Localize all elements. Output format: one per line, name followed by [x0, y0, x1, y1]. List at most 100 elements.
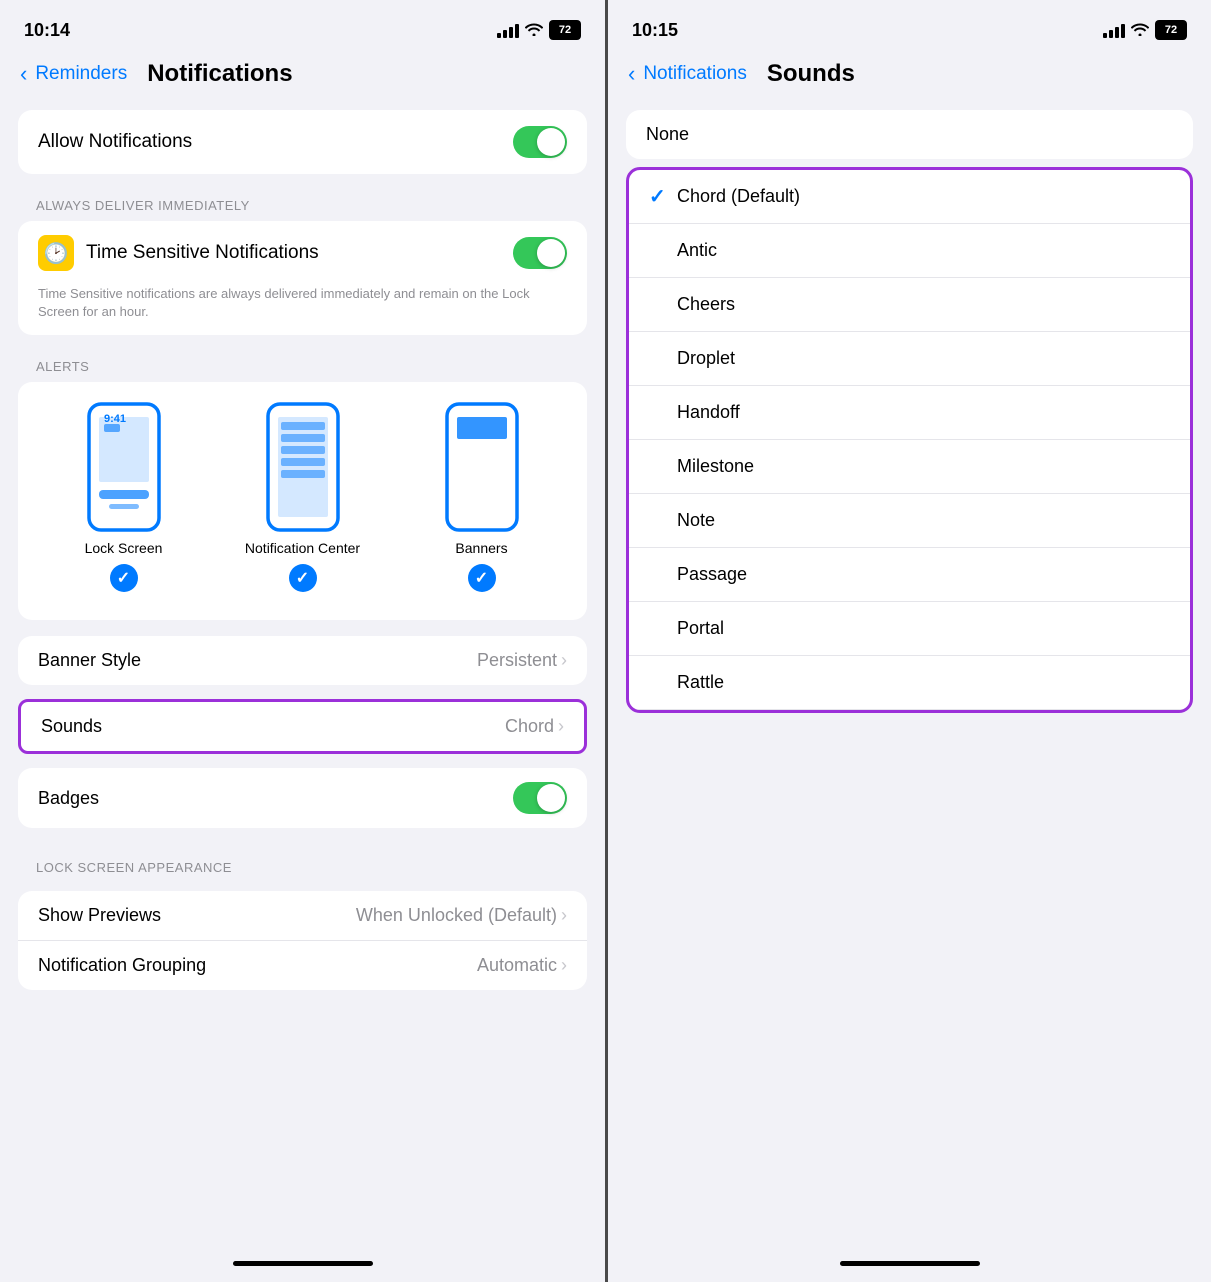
nav-bar-left: ‹ Reminders Notifications	[0, 52, 605, 102]
banner-style-row[interactable]: Banner Style Persistent ›	[18, 636, 587, 685]
lockscreen-check[interactable]: ✓	[110, 564, 138, 592]
sounds-list-row[interactable]: Note	[629, 494, 1190, 548]
home-indicator-left	[233, 1261, 373, 1266]
ts-description: Time Sensitive notifications are always …	[18, 285, 587, 335]
badges-row: Badges	[18, 768, 587, 828]
time-sensitive-toggle[interactable]	[513, 237, 567, 269]
show-previews-value: When Unlocked (Default)	[356, 905, 557, 926]
sounds-list-row[interactable]: Milestone	[629, 440, 1190, 494]
time-sensitive-row: 🕑 Time Sensitive Notifications	[18, 221, 587, 285]
sounds-list-row[interactable]: Rebound	[629, 710, 1190, 713]
back-label-right[interactable]: Notifications	[643, 63, 747, 85]
sounds-list-label: Passage	[677, 564, 1170, 585]
toggle-knob-ts	[537, 239, 565, 267]
sounds-list-row[interactable]: Handoff	[629, 386, 1190, 440]
banner-style-value: Persistent	[477, 650, 557, 671]
battery-right: 72	[1155, 20, 1187, 40]
sounds-highlighted-row[interactable]: Sounds Chord ›	[18, 699, 587, 754]
notificationcenter-phone-icon	[263, 402, 343, 532]
right-panel: 10:15 72 ‹ Notifications Sounds	[605, 0, 1211, 1282]
home-indicator-right	[840, 1261, 980, 1266]
sounds-list-label: Cheers	[677, 294, 1170, 315]
sounds-row[interactable]: Sounds Chord ›	[21, 702, 584, 751]
ts-icon: 🕑	[38, 235, 74, 271]
sounds-list-label: Droplet	[677, 348, 1170, 369]
back-label-left[interactable]: Reminders	[35, 63, 127, 85]
sounds-list-label: Antic	[677, 240, 1170, 261]
banners-label: Banners	[455, 540, 507, 556]
sounds-list-row[interactable]: Portal	[629, 602, 1190, 656]
bar1	[497, 33, 501, 38]
time-sensitive-card: 🕑 Time Sensitive Notifications Time Sens…	[18, 221, 587, 335]
notificationcenter-label: Notification Center	[245, 540, 360, 556]
status-icons-left: 72	[497, 20, 581, 40]
alerts-section-label: ALERTS	[0, 359, 605, 374]
notification-grouping-chevron: ›	[561, 955, 567, 976]
none-card: None	[626, 110, 1193, 159]
wifi-icon-right	[1131, 22, 1149, 39]
toggle-knob-badges	[537, 784, 565, 812]
banner-style-label: Banner Style	[38, 650, 141, 671]
badges-card: Badges	[18, 768, 587, 828]
status-bar-left: 10:14 72	[0, 0, 605, 52]
notification-grouping-value-group: Automatic ›	[477, 955, 567, 976]
rbar4	[1121, 24, 1125, 38]
back-chevron-right[interactable]: ‹	[628, 61, 635, 87]
sounds-label: Sounds	[41, 716, 102, 737]
sounds-list-row[interactable]: Droplet	[629, 332, 1190, 386]
allow-notifications-label: Allow Notifications	[38, 131, 192, 153]
back-chevron-left[interactable]: ‹	[20, 61, 27, 87]
sounds-list-container: ✓Chord (Default) Antic Cheers Droplet Handof…	[626, 167, 1193, 713]
show-previews-label: Show Previews	[38, 905, 161, 926]
lock-screen-card: Show Previews When Unlocked (Default) › …	[18, 891, 587, 990]
show-previews-chevron: ›	[561, 905, 567, 926]
sounds-list-row[interactable]: Antic	[629, 224, 1190, 278]
bar3	[509, 27, 513, 38]
wifi-icon-left	[525, 22, 543, 39]
show-previews-value-group: When Unlocked (Default) ›	[356, 905, 567, 926]
left-panel: 10:14 72 ‹ Reminders Notificati	[0, 0, 605, 1282]
lockscreen-label: Lock Screen	[85, 540, 163, 556]
alert-item-notificationcenter: Notification Center ✓	[213, 402, 392, 592]
always-deliver-section-label: ALWAYS DELIVER IMMEDIATELY	[0, 198, 605, 213]
sounds-list-row[interactable]: Cheers	[629, 278, 1190, 332]
bar2	[503, 30, 507, 38]
sounds-list-row[interactable]: Rattle	[629, 656, 1190, 710]
sounds-list-check: ✓	[649, 184, 677, 209]
banners-check[interactable]: ✓	[468, 564, 496, 592]
none-label: None	[646, 124, 689, 145]
sounds-list-row[interactable]: ✓Chord (Default)	[629, 170, 1190, 224]
banner-style-value-group: Persistent ›	[477, 650, 567, 671]
sounds-list-label: Handoff	[677, 402, 1170, 423]
badges-toggle[interactable]	[513, 782, 567, 814]
banner-style-chevron: ›	[561, 650, 567, 671]
alert-item-banners: Banners ✓	[392, 402, 571, 592]
alerts-row: 9:41 Lock Screen ✓ Notificat	[34, 402, 571, 592]
none-row[interactable]: None	[626, 110, 1193, 159]
sounds-list-row[interactable]: Passage	[629, 548, 1190, 602]
notificationcenter-check[interactable]: ✓	[289, 564, 317, 592]
notification-grouping-label: Notification Grouping	[38, 955, 206, 976]
time-sensitive-left: 🕑 Time Sensitive Notifications	[38, 235, 319, 271]
page-title-left: Notifications	[147, 60, 292, 88]
rbar1	[1103, 33, 1107, 38]
notification-grouping-row[interactable]: Notification Grouping Automatic ›	[18, 941, 587, 990]
ts-label: Time Sensitive Notifications	[86, 242, 319, 264]
svg-text:9:41: 9:41	[104, 413, 126, 425]
allow-notifications-toggle[interactable]	[513, 126, 567, 158]
show-previews-row[interactable]: Show Previews When Unlocked (Default) ›	[18, 891, 587, 941]
bar4	[515, 24, 519, 38]
page-title-right: Sounds	[767, 60, 855, 88]
notification-grouping-value: Automatic	[477, 955, 557, 976]
alerts-card: 9:41 Lock Screen ✓ Notificat	[18, 382, 587, 620]
status-bar-right: 10:15 72	[608, 0, 1211, 52]
allow-notifications-row: Allow Notifications	[18, 110, 587, 174]
battery-left: 72	[549, 20, 581, 40]
banner-style-card: Banner Style Persistent ›	[18, 636, 587, 685]
sounds-list-label: Rattle	[677, 672, 1170, 693]
nav-bar-right: ‹ Notifications Sounds	[608, 52, 1211, 102]
sounds-list-label: Note	[677, 510, 1170, 531]
sounds-value-group: Chord ›	[505, 716, 564, 737]
toggle-knob	[537, 128, 565, 156]
status-time-left: 10:14	[24, 20, 70, 41]
